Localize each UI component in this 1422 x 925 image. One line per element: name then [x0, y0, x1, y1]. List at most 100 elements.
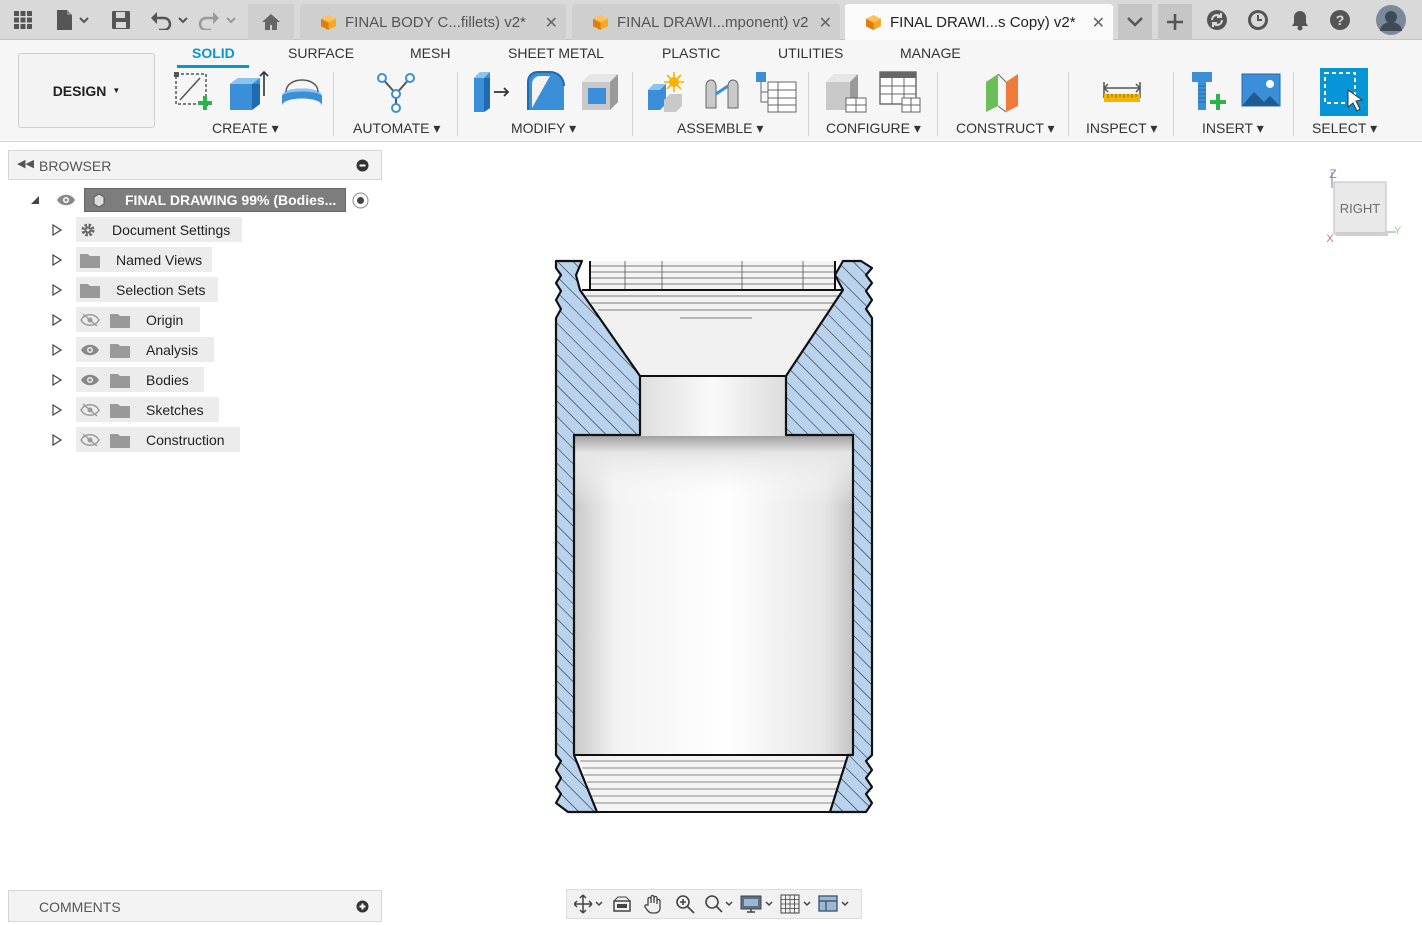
save-icon[interactable] — [108, 8, 134, 32]
eye-hidden-icon[interactable] — [80, 312, 100, 327]
browser-node-construction[interactable]: Construction — [0, 425, 400, 455]
tab-mesh[interactable]: MESH — [410, 45, 450, 61]
comments-panel[interactable]: COMMENTS — [8, 890, 382, 922]
browser-node-sketches[interactable]: Sketches — [0, 395, 400, 425]
look-at-icon[interactable] — [607, 892, 637, 916]
collapse-triangle-icon[interactable] — [30, 195, 40, 205]
tab-manage[interactable]: MANAGE — [900, 45, 961, 61]
select-window-icon[interactable] — [1320, 68, 1368, 116]
assembly-table-icon[interactable] — [754, 70, 798, 114]
node-pill[interactable]: Named Views — [76, 247, 212, 272]
file-icon[interactable] — [52, 8, 92, 32]
tab-list-icon[interactable] — [1118, 4, 1152, 40]
insert-mcmaster-icon[interactable] — [1188, 70, 1232, 114]
configure-table-icon[interactable] — [878, 70, 922, 114]
eye-hidden-icon[interactable] — [80, 402, 100, 417]
close-icon[interactable]: ✕ — [1092, 13, 1105, 33]
document-tab-3[interactable]: FINAL DRAWI...s Copy) v2* ✕ — [845, 4, 1113, 41]
zoom-icon[interactable] — [669, 892, 701, 916]
undo-icon[interactable] — [150, 8, 190, 32]
insert-menu[interactable]: INSERT ▾ — [1202, 120, 1264, 137]
apps-grid-icon[interactable] — [10, 8, 36, 32]
expand-triangle-icon[interactable] — [52, 254, 62, 266]
create-menu[interactable]: CREATE ▾ — [212, 120, 279, 137]
node-pill[interactable]: Construction — [76, 427, 240, 452]
extrude-icon[interactable] — [226, 70, 270, 114]
minimize-icon[interactable] — [356, 159, 369, 172]
grid-icon[interactable] — [777, 892, 815, 916]
offset-plane-icon[interactable] — [982, 70, 1026, 114]
orbit-icon[interactable] — [571, 892, 607, 916]
new-component-icon[interactable] — [644, 70, 688, 114]
inspect-menu[interactable]: INSPECT ▾ — [1086, 120, 1157, 137]
document-tab-1[interactable]: FINAL BODY C...fillets) v2* ✕ — [300, 4, 566, 40]
fillet-icon[interactable] — [524, 70, 568, 114]
expand-triangle-icon[interactable] — [52, 404, 62, 416]
modify-menu[interactable]: MODIFY ▾ — [511, 120, 576, 137]
node-pill[interactable]: Origin — [76, 307, 200, 332]
collapse-panel-icon[interactable]: ◀◀ — [17, 157, 34, 170]
radio-active-icon[interactable] — [352, 192, 369, 209]
tab-solid[interactable]: SOLID — [192, 45, 235, 61]
eye-hidden-icon[interactable] — [80, 432, 100, 447]
tab-plastic[interactable]: PLASTIC — [662, 45, 720, 61]
browser-panel-header[interactable]: ◀◀ BROWSER — [8, 150, 382, 180]
display-settings-icon[interactable] — [737, 892, 777, 916]
create-sketch-icon[interactable] — [172, 70, 216, 114]
measure-icon[interactable] — [1100, 70, 1144, 114]
construct-menu[interactable]: CONSTRUCT ▾ — [956, 120, 1055, 137]
tab-sheet-metal[interactable]: SHEET METAL — [508, 45, 604, 61]
joint-icon[interactable] — [700, 70, 744, 114]
expand-triangle-icon[interactable] — [52, 284, 62, 296]
automate-menu[interactable]: AUTOMATE ▾ — [353, 120, 440, 137]
notifications-icon[interactable] — [1287, 8, 1313, 32]
fit-icon[interactable] — [701, 892, 737, 916]
browser-node-selection-sets[interactable]: Selection Sets — [0, 275, 400, 305]
help-icon[interactable]: ? — [1327, 8, 1353, 32]
node-pill[interactable]: Bodies — [76, 367, 204, 392]
tab-utilities[interactable]: UTILITIES — [778, 45, 843, 61]
viewports-icon[interactable] — [815, 892, 853, 916]
user-avatar[interactable] — [1374, 4, 1408, 36]
node-pill[interactable]: Selection Sets — [76, 277, 218, 302]
workspace-switcher[interactable]: DESIGN ▼ — [18, 53, 155, 128]
insert-image-icon[interactable] — [1240, 70, 1284, 114]
tab-surface[interactable]: SURFACE — [288, 45, 354, 61]
sync-icon[interactable] — [1204, 8, 1230, 32]
revolve-icon[interactable] — [280, 70, 324, 114]
node-pill[interactable]: Analysis — [76, 337, 214, 362]
configure-icon[interactable] — [824, 70, 868, 114]
node-pill[interactable]: Document Settings — [76, 217, 242, 242]
press-pull-icon[interactable] — [470, 70, 514, 114]
browser-node-bodies[interactable]: Bodies — [0, 365, 400, 395]
home-tab[interactable] — [248, 4, 294, 40]
browser-node-analysis[interactable]: Analysis — [0, 335, 400, 365]
browser-root-node[interactable]: FINAL DRAWING 99% (Bodies... — [0, 185, 400, 215]
job-status-icon[interactable] — [1245, 8, 1271, 32]
eye-icon[interactable] — [80, 374, 100, 386]
close-icon[interactable]: ✕ — [819, 13, 832, 33]
expand-triangle-icon[interactable] — [52, 314, 62, 326]
node-pill[interactable]: Sketches — [76, 397, 219, 422]
add-comment-icon[interactable] — [356, 900, 369, 913]
expand-triangle-icon[interactable] — [52, 434, 62, 446]
close-icon[interactable]: ✕ — [545, 13, 558, 33]
eye-icon[interactable] — [80, 344, 100, 356]
new-tab-icon[interactable] — [1158, 4, 1192, 40]
model-section-view[interactable] — [540, 250, 890, 830]
expand-triangle-icon[interactable] — [52, 374, 62, 386]
pan-icon[interactable] — [637, 892, 669, 916]
configure-menu[interactable]: CONFIGURE ▾ — [826, 120, 921, 137]
browser-node-named-views[interactable]: Named Views — [0, 245, 400, 275]
shell-icon[interactable] — [578, 70, 622, 114]
view-cube[interactable]: Z Y X RIGHT — [1322, 166, 1402, 246]
assemble-menu[interactable]: ASSEMBLE ▾ — [677, 120, 763, 137]
browser-node-document-settings[interactable]: Document Settings — [0, 215, 400, 245]
root-label-box[interactable]: FINAL DRAWING 99% (Bodies... — [84, 188, 346, 212]
automate-icon[interactable] — [374, 70, 418, 114]
redo-icon[interactable] — [198, 8, 238, 32]
select-menu[interactable]: SELECT ▾ — [1312, 120, 1377, 137]
expand-triangle-icon[interactable] — [52, 224, 62, 236]
expand-triangle-icon[interactable] — [52, 344, 62, 356]
document-tab-2[interactable]: FINAL DRAWI...mponent) v2 ✕ — [572, 4, 840, 40]
